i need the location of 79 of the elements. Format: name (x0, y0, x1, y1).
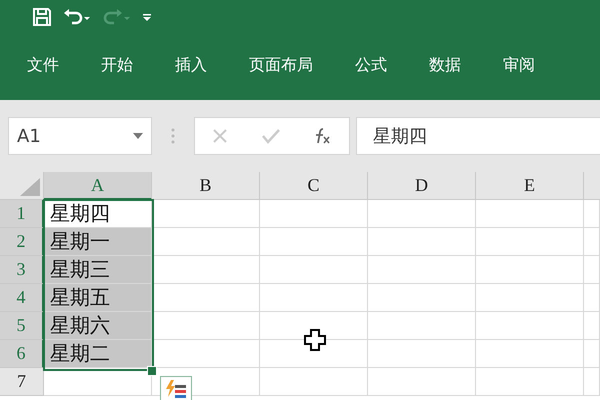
table-cell[interactable]: 星期一 (44, 228, 152, 256)
row-header[interactable]: 6 (0, 340, 44, 368)
column-header[interactable]: A (44, 172, 152, 200)
table-cell[interactable] (584, 284, 600, 312)
table-cell[interactable] (260, 256, 368, 284)
table-cell[interactable] (152, 228, 260, 256)
table-cell[interactable] (476, 284, 584, 312)
undo-button[interactable] (62, 7, 92, 27)
cell-reference: A1 (17, 126, 41, 146)
ribbon-tab[interactable]: 数据 (429, 54, 461, 76)
column-header[interactable]: D (368, 172, 476, 200)
save-icon (32, 7, 52, 27)
table-cell[interactable]: 星期三 (44, 256, 152, 284)
formula-field[interactable]: 星期四 (356, 117, 600, 155)
customize-button[interactable] (142, 11, 152, 23)
table-cell[interactable]: 星期六 (44, 312, 152, 340)
dropdown-icon (132, 133, 143, 139)
table-cell[interactable] (368, 340, 476, 368)
table-cell[interactable] (584, 228, 600, 256)
table-cell[interactable] (260, 284, 368, 312)
grip-icon (170, 128, 175, 144)
ribbon-tab[interactable]: 文件 (27, 54, 59, 76)
ribbon-tab[interactable]: 页面布局 (249, 54, 313, 76)
table-cell[interactable] (152, 284, 260, 312)
table-cell[interactable] (368, 200, 476, 228)
column-header[interactable]: B (152, 172, 260, 200)
table-cell[interactable] (368, 284, 476, 312)
row-header[interactable]: 1 (0, 200, 44, 228)
cancel-icon[interactable] (212, 128, 228, 144)
table-cell[interactable] (260, 200, 368, 228)
row-header[interactable]: 3 (0, 256, 44, 284)
table-cell[interactable] (476, 340, 584, 368)
quick-analysis-button[interactable] (160, 376, 192, 400)
table-cell[interactable] (260, 312, 368, 340)
table-cell[interactable] (584, 368, 600, 396)
table-cell[interactable] (368, 312, 476, 340)
redo-icon (102, 7, 132, 27)
table-cell[interactable] (584, 200, 600, 228)
table-cell[interactable] (584, 256, 600, 284)
row-header[interactable]: 2 (0, 228, 44, 256)
table-cell[interactable] (368, 256, 476, 284)
table-cell[interactable] (584, 340, 600, 368)
table-cell[interactable] (476, 228, 584, 256)
fill-handle[interactable] (147, 366, 157, 376)
function-icon[interactable] (314, 127, 332, 145)
customize-icon (142, 11, 152, 23)
table-cell[interactable] (260, 340, 368, 368)
table-cell[interactable] (152, 312, 260, 340)
table-cell[interactable] (260, 228, 368, 256)
row-header[interactable]: 7 (0, 368, 44, 396)
table-cell[interactable] (152, 256, 260, 284)
table-cell[interactable]: 星期四 (44, 200, 152, 228)
ribbon-tab[interactable]: 公式 (355, 54, 387, 76)
undo-icon (62, 7, 92, 27)
row-header[interactable]: 4 (0, 284, 44, 312)
table-cell[interactable]: 星期二 (44, 340, 152, 368)
ribbon-tab[interactable]: 开始 (101, 54, 133, 76)
table-cell[interactable] (368, 368, 476, 396)
name-box[interactable]: A1 (8, 117, 152, 155)
flash-fill-icon (165, 380, 187, 400)
table-cell[interactable] (260, 368, 368, 396)
row-header[interactable]: 5 (0, 312, 44, 340)
column-header[interactable] (584, 172, 600, 200)
cursor-icon (304, 329, 326, 351)
save-button[interactable] (32, 7, 52, 27)
table-cell[interactable] (368, 228, 476, 256)
check-icon[interactable] (262, 128, 280, 144)
table-cell[interactable] (584, 312, 600, 340)
column-header[interactable]: C (260, 172, 368, 200)
table-cell[interactable] (476, 312, 584, 340)
table-cell[interactable] (476, 368, 584, 396)
ribbon-tab[interactable]: 插入 (175, 54, 207, 76)
table-cell[interactable]: 星期五 (44, 284, 152, 312)
table-cell[interactable] (476, 200, 584, 228)
column-header[interactable]: E (476, 172, 584, 200)
table-cell[interactable] (152, 200, 260, 228)
select-all-icon[interactable] (20, 178, 40, 196)
table-cell[interactable] (476, 256, 584, 284)
ribbon-tab[interactable]: 审阅 (503, 54, 535, 76)
